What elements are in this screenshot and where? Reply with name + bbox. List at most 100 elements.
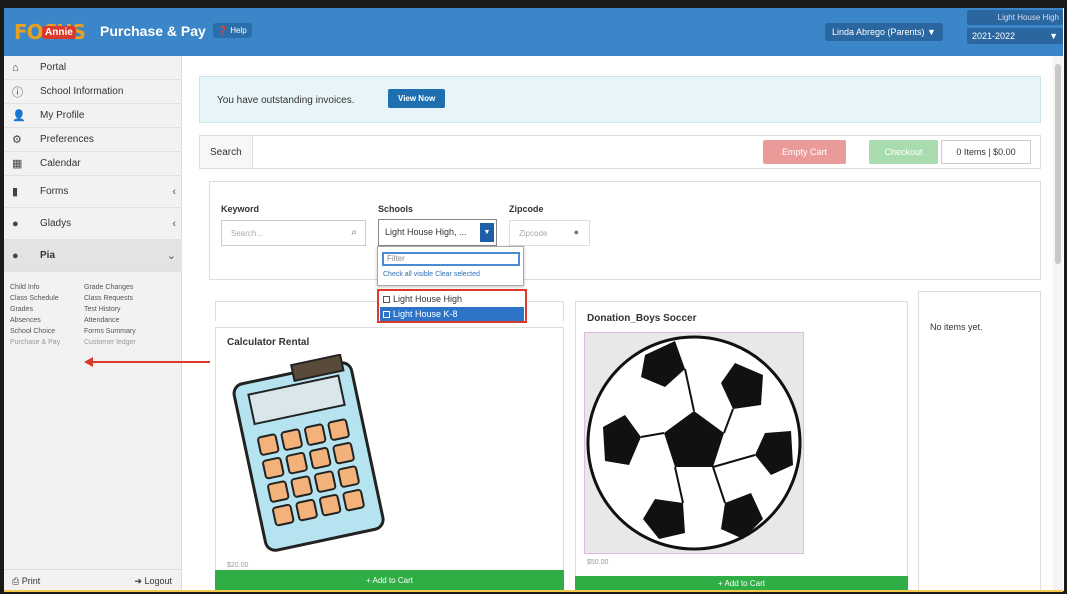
schools-dropdown-options: Light House High Light House K-8 — [377, 289, 527, 323]
tab-search[interactable]: Search — [200, 136, 253, 168]
submenu-link[interactable]: Test History — [84, 306, 121, 317]
cart-panel: No items yet. — [918, 291, 1041, 591]
sidebar-item-label: Portal — [40, 62, 67, 73]
bottom-border — [4, 590, 1063, 592]
school-year-select[interactable]: 2021-2022 ▼ — [967, 28, 1063, 44]
schools-dropdown: Filter Check all visible Clear selected — [377, 246, 524, 286]
submenu-link[interactable]: Class Schedule — [10, 295, 84, 306]
chevron-down-icon: ⌄ — [166, 250, 176, 262]
school-option[interactable]: Light House K-8 — [380, 307, 524, 321]
add-to-cart-button[interactable]: + Add to Cart — [215, 570, 564, 591]
school-selector[interactable]: Light House High 2021-2022 ▼ — [967, 10, 1063, 44]
user-icon: 👤 — [12, 110, 26, 122]
sidebar-item-pia[interactable]: ● Pia ⌄ — [4, 240, 182, 272]
document-icon: ▮ — [12, 186, 19, 198]
view-now-button[interactable]: View Now — [388, 89, 446, 108]
keyword-placeholder: Search... — [231, 229, 264, 238]
school-option[interactable]: Light House High — [380, 292, 524, 306]
sidebar-item-label: School Information — [40, 86, 124, 97]
chevron-down-icon[interactable]: ▼ — [480, 223, 494, 242]
cart-summary[interactable]: 0 Items | $0.00 — [941, 140, 1031, 164]
sidebar-item-preferences[interactable]: ⚙ Preferences — [4, 128, 182, 152]
help-label: Help — [230, 26, 247, 35]
scrollbar-thumb[interactable] — [1055, 64, 1061, 264]
empty-cart-button[interactable]: Empty Cart — [763, 140, 846, 164]
submenu-link[interactable]: Child Info — [10, 284, 84, 295]
submenu-link[interactable]: Customer ledger — [84, 339, 136, 350]
sidebar-item-label: Calendar — [40, 158, 81, 169]
top-bar: FOCUS Annie Purchase & Pay ❓ Help Linda … — [4, 8, 1063, 56]
sidebar-item-calendar[interactable]: ▦ Calendar — [4, 152, 182, 176]
annotation-arrow-line — [92, 361, 210, 363]
soccer-ball-image — [586, 335, 802, 551]
dropdown-filter-input[interactable]: Filter — [382, 252, 520, 266]
submenu-link[interactable]: Forms Summary — [84, 328, 136, 339]
logo-badge: Annie — [42, 26, 76, 39]
school-option-label: Light House K-8 — [393, 309, 458, 319]
submenu-link[interactable]: Class Requests — [84, 295, 133, 306]
focus-logo[interactable]: FOCUS Annie — [14, 18, 92, 46]
schools-label: Schools — [378, 204, 414, 214]
print-button[interactable]: ⎙ Print — [12, 576, 40, 587]
products-area: Calculator Rental $20.00 + Add to Cart D… — [209, 291, 918, 591]
help-icon: ❓ — [218, 26, 228, 35]
sidebar-item-label: Preferences — [40, 134, 94, 145]
product-card-soccer: Donation_Boys Soccer $50.00 — [575, 301, 908, 591]
logout-button[interactable]: ➜ Logout — [134, 576, 172, 587]
calendar-icon: ▦ — [12, 158, 23, 170]
outstanding-invoices-notice: You have outstanding invoices. View Now — [199, 76, 1041, 123]
app-title: Purchase & Pay — [100, 23, 206, 39]
submenu-link[interactable]: Grade Changes — [84, 284, 133, 295]
annotation-arrow-head — [84, 357, 93, 367]
student-submenu: Child Info Grade Changes Class Schedule Cl… — [10, 284, 178, 350]
chevron-left-icon: ‹ — [172, 217, 176, 230]
check-all-visible-link[interactable]: Check all visible — [383, 271, 433, 278]
print-label: Print — [21, 576, 41, 586]
sidebar-item-gladys[interactable]: ● Gladys ‹ — [4, 208, 182, 240]
submenu-link[interactable]: Grades — [10, 306, 84, 317]
school-name[interactable]: Light House High — [967, 10, 1063, 25]
scrollbar[interactable] — [1053, 56, 1063, 591]
user-menu[interactable]: Linda Abrego (Parents) ▼ — [825, 23, 943, 41]
sidebar-item-label: Forms — [40, 186, 69, 197]
product-title: Calculator Rental — [227, 337, 310, 348]
checkbox-icon[interactable] — [383, 311, 390, 318]
submenu-link[interactable]: Absences — [10, 317, 84, 328]
checkout-button[interactable]: Checkout — [869, 140, 938, 164]
home-icon: ⌂ — [12, 61, 19, 74]
gear-icon: ⚙ — [12, 134, 22, 146]
sidebar-item-label: My Profile — [40, 110, 85, 121]
help-button[interactable]: ❓ Help — [213, 23, 252, 38]
logout-label: Logout — [144, 576, 172, 586]
sidebar-item-label: Gladys — [40, 218, 72, 229]
sidebar-item-label: Pia — [40, 250, 56, 261]
sidebar-item-portal[interactable]: ⌂ Portal — [4, 56, 182, 80]
submenu-link-purchase-pay[interactable]: Purchase & Pay — [10, 339, 84, 350]
product-price: $20.00 — [227, 562, 249, 569]
schools-select[interactable]: Light House High, ... ▼ — [378, 219, 497, 246]
cart-empty-text: No items yet. — [930, 322, 983, 332]
search-icon[interactable]: ⌕ — [351, 227, 357, 238]
zipcode-input[interactable]: Zipcode ● — [509, 220, 590, 246]
notice-text: You have outstanding invoices. — [217, 95, 355, 106]
logout-icon: ➜ — [134, 576, 145, 586]
filter-panel: Keyword Search... ⌕ Schools Light House … — [209, 181, 1041, 280]
sidebar-item-forms[interactable]: ▮ Forms ‹ — [4, 176, 182, 208]
keyword-input[interactable]: Search... ⌕ — [221, 220, 366, 246]
checkbox-icon[interactable] — [383, 296, 390, 303]
submenu-link[interactable]: School Choice — [10, 328, 84, 339]
product-card-calculator: Calculator Rental $20.00 — [215, 327, 564, 591]
avatar-icon: ● — [12, 217, 19, 230]
chevron-down-icon: ▼ — [1049, 31, 1058, 41]
school-year-value: 2021-2022 — [972, 31, 1016, 41]
sidebar-item-school-information[interactable]: ⓘ School Information — [4, 80, 182, 104]
zipcode-label: Zipcode — [509, 204, 544, 214]
schools-select-value: Light House High, ... — [385, 227, 467, 237]
product-title: Donation_Boys Soccer — [587, 313, 697, 324]
sidebar: ⌂ Portal ⓘ School Information 👤 My Profi… — [4, 56, 182, 591]
add-to-cart-button[interactable]: + Add to Cart — [575, 576, 908, 591]
clear-selected-link[interactable]: Clear selected — [435, 271, 480, 278]
submenu-link[interactable]: Attendance — [84, 317, 119, 328]
keyword-label: Keyword — [221, 204, 260, 214]
sidebar-item-my-profile[interactable]: 👤 My Profile — [4, 104, 182, 128]
